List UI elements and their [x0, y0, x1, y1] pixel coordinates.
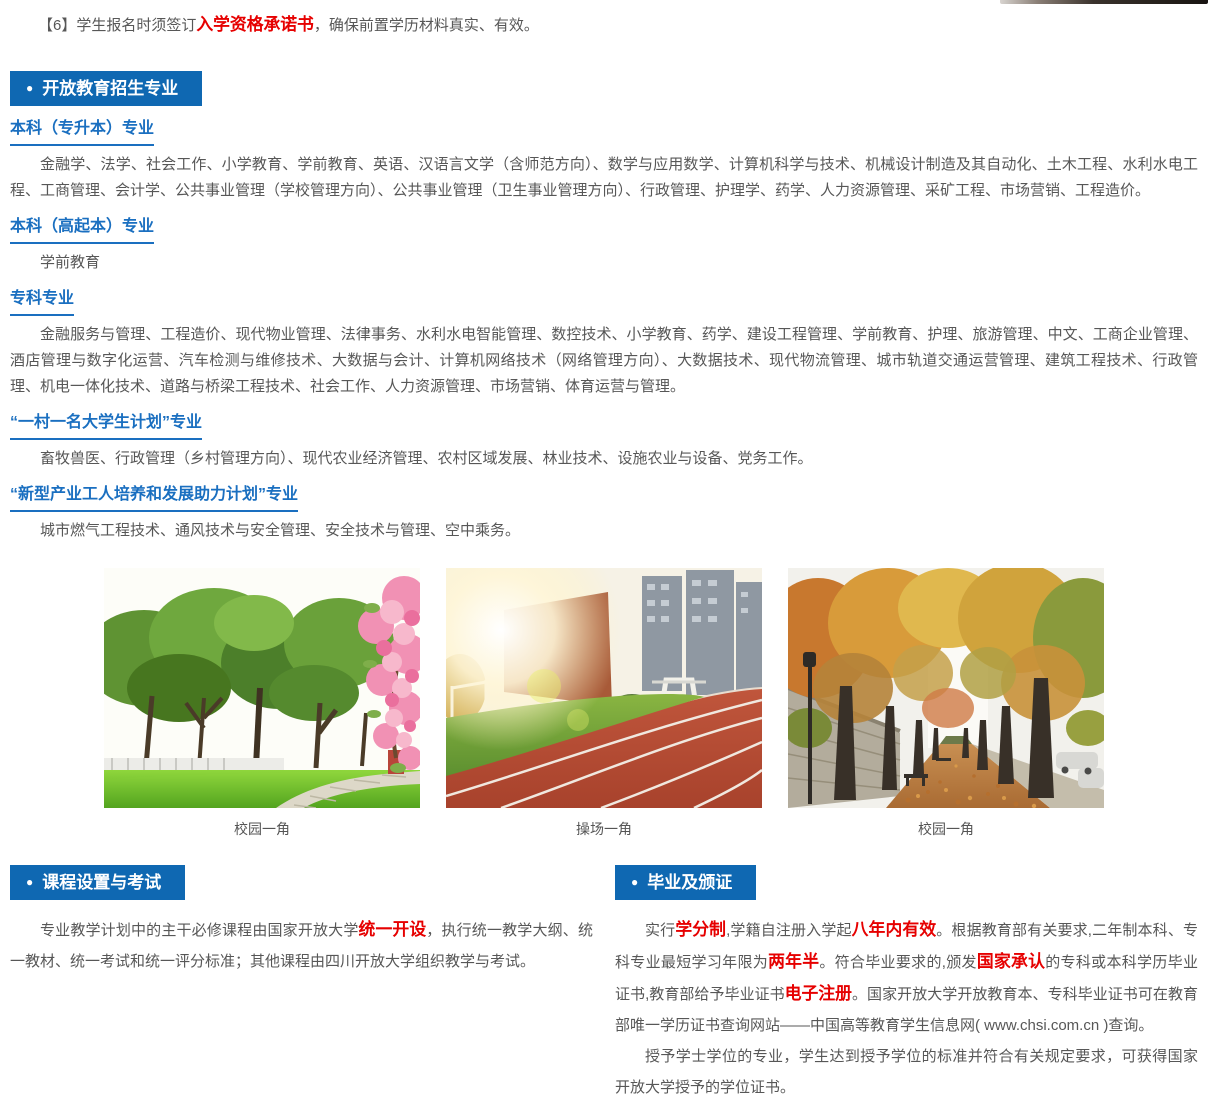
courses-section: ● 课程设置与考试 专业教学计划中的主干必修课程由国家开放大学统一开设，执行统一教… — [10, 865, 593, 1103]
photo-card: 校园一角 — [788, 568, 1104, 839]
group-text: 畜牧兽医、行政管理（乡村管理方向）、现代农业经济管理、农村区域发展、林业技术、设… — [10, 446, 1198, 472]
group-text: 金融学、法学、社会工作、小学教育、学前教育、英语、汉语言文学（含师范方向）、数学… — [10, 152, 1198, 204]
group-yicun-plan: “一村一名大学生计划”专业 畜牧兽医、行政管理（乡村管理方向）、现代农业经济管理… — [10, 400, 1198, 472]
group-title: “新型产业工人培养和发展助力计划”专业 — [10, 486, 298, 512]
section-banner-graduation-label: 毕业及颁证 — [647, 873, 732, 892]
campus-photo-row: 校园一角 — [104, 568, 1104, 839]
group-zhuanke: 专科专业 金融服务与管理、工程造价、现代物业管理、法律事务、水利水电智能管理、数… — [10, 276, 1198, 400]
graduation-paragraph-1: 实行学分制,学籍自注册入学起八年内有效。根据教育部有关要求,二年制本科、专科专业… — [615, 914, 1198, 1041]
courses-paragraph: 专业教学计划中的主干必修课程由国家开放大学统一开设，执行统一教学大纲、统一教材、… — [10, 914, 593, 977]
group-title: “一村一名大学生计划”专业 — [10, 414, 202, 440]
cropped-photo-edge — [1000, 0, 1208, 4]
group-benke-gaoqiben: 本科（高起本）专业 学前教育 — [10, 204, 1198, 276]
group-xinxing-plan: “新型产业工人培养和发展助力计划”专业 城市燃气工程技术、通风技术与安全管理、安… — [10, 472, 1198, 544]
photo-card: 校园一角 — [104, 568, 420, 839]
bullet-icon: ● — [26, 81, 33, 95]
autumn-avenue-image — [788, 568, 1104, 808]
bullet-icon: ● — [26, 875, 33, 889]
graduation-paragraph-2: 授予学士学位的专业，学生达到授予学位的标准并符合有关规定要求，可获得国家开放大学… — [615, 1041, 1198, 1103]
graduation-section: ● 毕业及颁证 实行学分制,学籍自注册入学起八年内有效。根据教育部有关要求,二年制… — [615, 865, 1198, 1103]
open-education-page: 【6】学生报名时须签订入学资格承诺书，确保前置学历材料真实、有效。 ● 开放教育招… — [0, 0, 1208, 1109]
enrollment-note: 【6】学生报名时须签订入学资格承诺书，确保前置学历材料真实、有效。 — [10, 14, 1198, 37]
group-text: 学前教育 — [10, 250, 1198, 276]
campus-garden-image — [104, 568, 420, 808]
section-banner-majors-label: 开放教育招生专业 — [42, 79, 178, 98]
bullet-icon: ● — [631, 875, 638, 889]
section-banner-majors: ● 开放教育招生专业 — [10, 71, 202, 106]
section-banner-graduation: ● 毕业及颁证 — [615, 865, 756, 900]
group-title: 本科（专升本）专业 — [10, 120, 154, 146]
photo-caption: 校园一角 — [788, 819, 1104, 839]
photo-caption: 操场一角 — [446, 819, 762, 839]
group-text: 城市燃气工程技术、通风技术与安全管理、安全技术与管理、空中乘务。 — [10, 518, 1198, 544]
running-track-image — [446, 568, 762, 808]
section-banner-courses: ● 课程设置与考试 — [10, 865, 185, 900]
section-banner-courses-label: 课程设置与考试 — [42, 873, 161, 892]
group-title: 专科专业 — [10, 290, 74, 316]
group-benke-zhuanshengben: 本科（专升本）专业 金融学、法学、社会工作、小学教育、学前教育、英语、汉语言文学… — [10, 106, 1198, 204]
photo-card: 操场一角 — [446, 568, 762, 839]
group-title: 本科（高起本）专业 — [10, 218, 154, 244]
photo-caption: 校园一角 — [104, 819, 420, 839]
group-text: 金融服务与管理、工程造价、现代物业管理、法律事务、水利水电智能管理、数控技术、小… — [10, 322, 1198, 400]
